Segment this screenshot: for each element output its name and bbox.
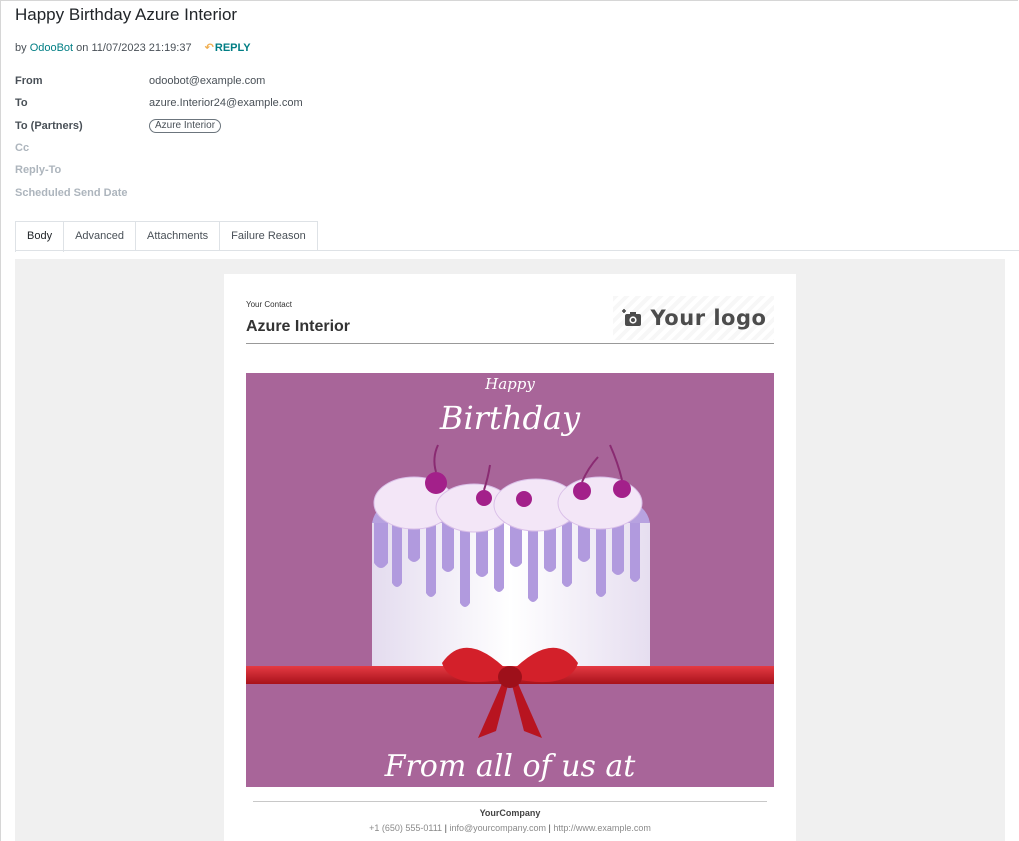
to-partners-row: To (Partners) Azure Interior — [15, 115, 303, 137]
footer-phone: +1 (650) 555-0111 — [369, 823, 443, 833]
to-row: To azure.Interior24@example.com — [15, 92, 303, 114]
reply-button[interactable]: ↶REPLY — [205, 42, 251, 54]
banner-from: From all of us at — [384, 749, 637, 784]
reply-arrow-icon: ↶ — [204, 42, 214, 54]
to-partners-label: To (Partners) — [15, 119, 83, 132]
camera-plus-icon — [621, 309, 641, 326]
company-logo: Your logo — [613, 296, 774, 340]
notebook-tabs: Body Advanced Attachments Failure Reason — [15, 221, 318, 252]
tab-attachments[interactable]: Attachments — [135, 221, 221, 250]
header-fields: From odoobot@example.com To azure.Interi… — [15, 70, 303, 204]
scheduled-row: Scheduled Send Date — [15, 181, 303, 203]
tab-body[interactable]: Body — [15, 221, 65, 252]
partner-tag[interactable]: Azure Interior — [149, 118, 222, 133]
footer-divider — [253, 801, 767, 802]
message-subject: Happy Birthday Azure Interior — [15, 5, 238, 24]
reply-to-label: Reply-To — [15, 164, 62, 177]
banner-birthday: Birthday — [439, 399, 581, 437]
tabs-divider — [15, 250, 1019, 251]
footer-separator: | — [548, 823, 551, 833]
footer-separator: | — [444, 823, 447, 833]
to-label: To — [15, 97, 28, 110]
birthday-illustration: Happy Birthday From all of us at — [246, 375, 774, 784]
from-label: From — [15, 75, 43, 88]
cc-label: Cc — [15, 142, 30, 155]
logo-text: Your logo — [650, 306, 767, 330]
contact-name: Azure Interior — [246, 318, 351, 335]
scheduled-send-date-label: Scheduled Send Date — [15, 186, 128, 199]
birthday-banner: Happy Birthday From all of us at — [246, 373, 774, 787]
footer-contacts: +1 (650) 555-0111 | info@yourcompany.com… — [224, 823, 796, 833]
footer-email[interactable]: info@yourcompany.com — [449, 823, 546, 833]
message-byline: by OdooBot on 11/07/2023 21:19:37 ↶REPLY — [15, 41, 251, 54]
from-row: From odoobot@example.com — [15, 70, 303, 92]
author-link[interactable]: OdooBot — [30, 42, 73, 54]
reply-label: REPLY — [214, 42, 251, 54]
by-prefix: by — [15, 42, 27, 54]
contact-label: Your Contact — [246, 300, 292, 309]
tab-advanced[interactable]: Advanced — [63, 221, 137, 250]
reply-to-row: Reply-To — [15, 159, 303, 181]
to-value: azure.Interior24@example.com — [149, 97, 303, 110]
message-datetime: 11/07/2023 21:19:37 — [91, 42, 192, 54]
banner-happy: Happy — [484, 375, 535, 393]
footer-company-name: YourCompany — [479, 808, 541, 818]
footer-website[interactable]: http://www.example.com — [553, 823, 651, 833]
from-value: odoobot@example.com — [149, 75, 266, 88]
cc-row: Cc — [15, 137, 303, 159]
tab-failure-reason[interactable]: Failure Reason — [219, 221, 318, 250]
header-divider — [246, 343, 774, 344]
on-prefix: on — [76, 42, 89, 54]
